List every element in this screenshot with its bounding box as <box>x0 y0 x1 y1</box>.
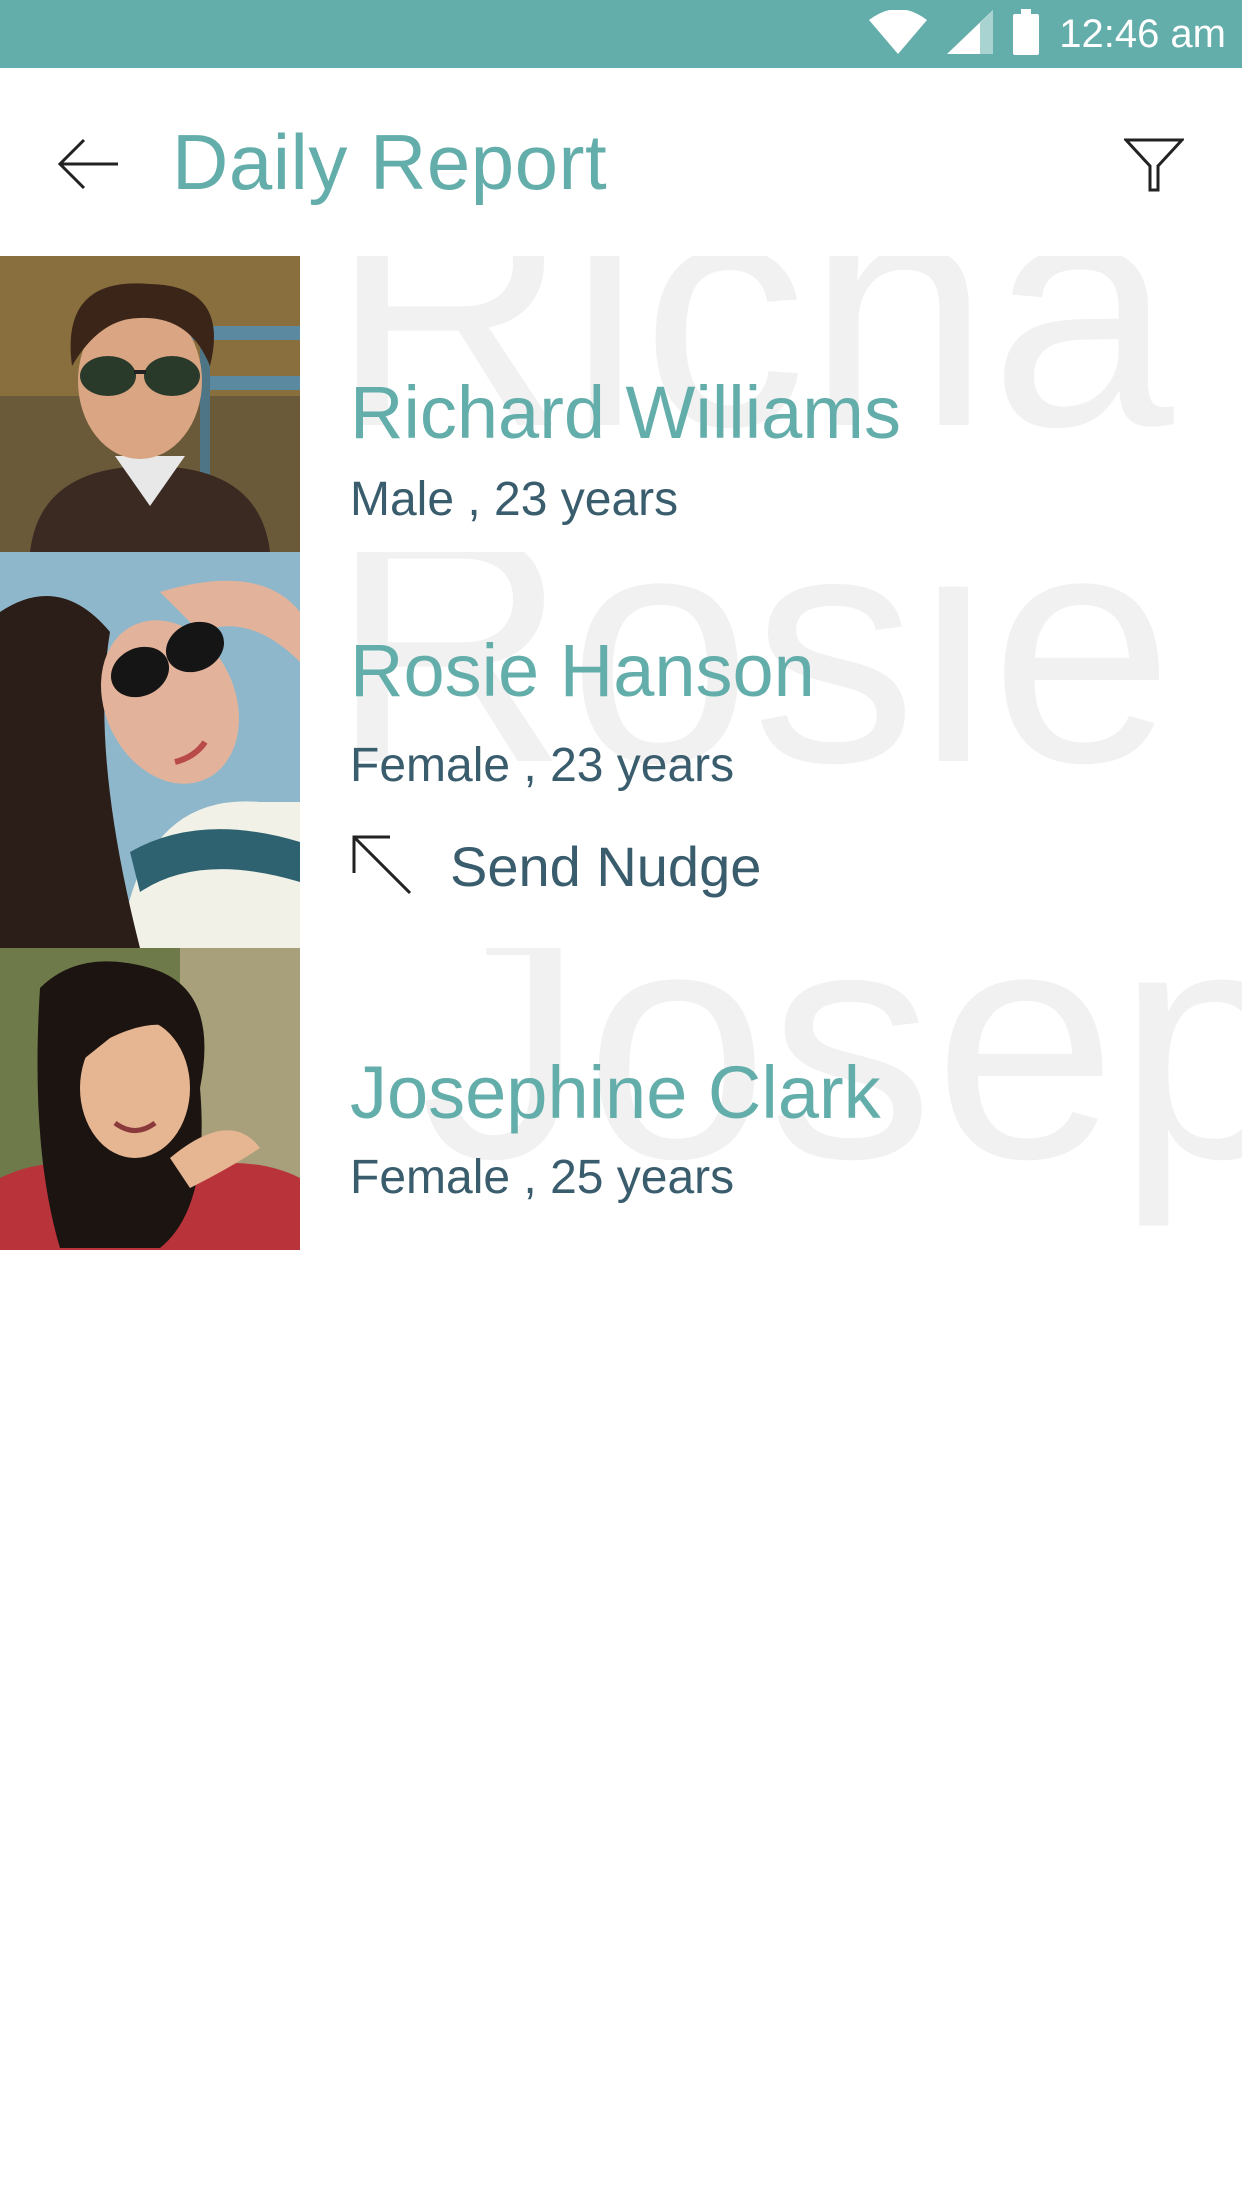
page-title: Daily Report <box>172 118 608 206</box>
signal-icon <box>947 9 994 59</box>
back-button[interactable] <box>40 118 136 214</box>
list-item[interactable]: Richa Richard Williams Male , 23 years <box>0 256 1242 552</box>
person-details: Male , 23 years <box>350 473 679 526</box>
person-name: Rosie Hanson <box>350 629 815 712</box>
status-bar: 12:46 am <box>0 0 1242 68</box>
send-nudge-button[interactable]: Send Nudge <box>350 832 761 902</box>
person-details: Female , 25 years <box>350 1151 735 1204</box>
list-item[interactable]: Rosie Rosie Hanson Female , 23 years Sen… <box>0 552 1242 948</box>
person-name: Josephine Clark <box>350 1051 881 1134</box>
battery-icon <box>1013 8 1040 60</box>
status-icons: 12:46 am <box>869 0 1226 68</box>
arrow-up-left-icon <box>350 833 414 902</box>
person-name: Richard Williams <box>350 371 901 454</box>
person-details: Female , 23 years <box>350 739 735 792</box>
wifi-icon <box>869 8 928 59</box>
avatar <box>0 256 300 552</box>
list-item[interactable]: Josep Josephine Clark Female , 25 years <box>0 948 1242 1250</box>
status-time: 12:46 am <box>1059 12 1226 56</box>
report-list: Richa Richard Williams Male , 23 years R… <box>0 256 1242 1250</box>
filter-button[interactable] <box>1106 118 1202 214</box>
app-bar: Daily Report <box>0 68 1242 256</box>
filter-icon <box>1122 136 1186 197</box>
avatar <box>0 948 300 1250</box>
send-nudge-label: Send Nudge <box>450 835 762 898</box>
arrow-left-icon <box>56 136 120 197</box>
avatar <box>0 552 300 948</box>
